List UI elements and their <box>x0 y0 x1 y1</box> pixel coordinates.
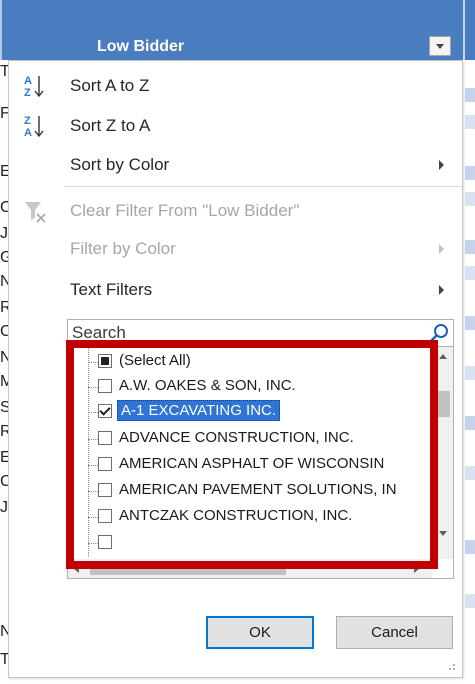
column-header-title: Low Bidder <box>97 38 185 55</box>
cell-fill <box>465 115 475 129</box>
scroll-up-icon[interactable] <box>439 354 447 359</box>
clear-filter-icon <box>25 202 46 223</box>
svg-text:Z: Z <box>24 87 31 99</box>
list-item-partial[interactable] <box>68 531 423 555</box>
list-item[interactable]: ADVANCE CONSTRUCTION, INC. <box>68 427 423 451</box>
list-item-label: A.W. OAKES & SON, INC. <box>119 377 296 394</box>
cell-fill <box>465 316 475 330</box>
checkbox-mixed[interactable] <box>98 354 112 368</box>
cell-fill <box>465 540 475 554</box>
checkbox[interactable] <box>98 457 112 471</box>
cell-fill <box>465 88 475 102</box>
clear-filter-label: Clear Filter From "Low Bidder" <box>70 201 300 220</box>
scroll-thumb[interactable] <box>435 391 450 417</box>
cell-fill <box>465 192 475 206</box>
cancel-button[interactable]: Cancel <box>336 616 453 649</box>
svg-text:A: A <box>24 127 32 139</box>
list-item-label: ADVANCE CONSTRUCTION, INC. <box>119 429 354 446</box>
list-item-label: AMERICAN ASPHALT OF WISCONSIN <box>119 455 385 472</box>
list-item[interactable]: A.W. OAKES & SON, INC. <box>68 375 423 399</box>
autofilter-menu: A Z Sort A to Z Z A Sort Z to A Sort by … <box>8 60 463 678</box>
list-item-select-all[interactable]: (Select All) <box>68 350 423 374</box>
search-field[interactable] <box>67 319 454 347</box>
cell-fill <box>465 594 475 608</box>
scroll-down-icon[interactable] <box>439 531 447 536</box>
tree-connector <box>88 543 98 544</box>
cell-fill <box>465 240 475 254</box>
list-item-label-selected: A-1 EXCAVATING INC. <box>117 400 281 421</box>
chevron-right-icon <box>439 244 444 254</box>
filter-by-color-label: Filter by Color <box>70 239 176 258</box>
list-item[interactable]: A-1 EXCAVATING INC. <box>68 400 423 424</box>
sort-z-to-a-item[interactable]: Z A Sort Z to A <box>9 106 462 146</box>
chevron-down-icon <box>436 43 444 49</box>
search-input[interactable] <box>70 322 422 344</box>
list-item[interactable]: AMERICAN PAVEMENT SOLUTIONS, IN <box>68 479 423 503</box>
tree-connector <box>88 517 98 518</box>
vertical-scrollbar[interactable] <box>432 347 453 559</box>
list-item-label: AMERICAN PAVEMENT SOLUTIONS, IN <box>119 481 397 498</box>
cell-fill <box>465 366 475 380</box>
tree-connector <box>88 412 98 413</box>
cell-fill <box>465 416 475 430</box>
list-item-label: ANTCZAK CONSTRUCTION, INC. <box>119 507 353 524</box>
scroll-left-icon[interactable] <box>74 565 79 573</box>
filter-values-list[interactable]: (Select All) A.W. OAKES & SON, INC. A-1 … <box>67 347 454 579</box>
list-item[interactable]: AMERICAN ASPHALT OF WISCONSIN <box>68 453 423 477</box>
left-column-cells: T F E C J G N R C N M S R E C J N T <box>0 60 13 684</box>
cell-fill <box>465 266 475 280</box>
tree-connector <box>88 465 98 466</box>
search-icon <box>430 324 448 342</box>
checkbox[interactable] <box>98 379 112 393</box>
checkbox[interactable] <box>98 483 112 497</box>
sort-descending-icon: Z A <box>24 115 44 139</box>
checkbox[interactable] <box>98 509 112 523</box>
filter-by-color-item: Filter by Color <box>9 229 462 269</box>
chevron-right-icon <box>439 160 444 170</box>
sort-by-color-label: Sort by Color <box>70 155 170 174</box>
checkbox[interactable] <box>98 431 112 445</box>
tree-connector <box>88 362 98 363</box>
filter-dropdown-button[interactable] <box>429 36 451 56</box>
tree-connector <box>88 491 98 492</box>
scroll-right-icon[interactable] <box>414 565 419 573</box>
checkbox[interactable] <box>98 535 112 549</box>
svg-text:A: A <box>24 75 32 87</box>
list-item-label: (Select All) <box>119 352 191 369</box>
text-filters-item[interactable]: Text Filters <box>9 270 462 310</box>
sort-a-to-z-item[interactable]: A Z Sort A to Z <box>9 66 462 106</box>
tree-connector <box>88 439 98 440</box>
cell-fill <box>465 166 475 180</box>
text-filters-label: Text Filters <box>70 280 153 299</box>
menu-divider <box>65 186 462 187</box>
list-item[interactable]: ANTCZAK CONSTRUCTION, INC. <box>68 505 423 529</box>
sort-z-to-a-label: Sort Z to A <box>70 116 151 135</box>
chevron-right-icon <box>439 285 444 295</box>
sort-by-color-item[interactable]: Sort by Color <box>9 145 462 185</box>
checkbox-checked[interactable] <box>98 404 112 418</box>
clear-filter-item: Clear Filter From "Low Bidder" <box>9 191 462 231</box>
scroll-thumb[interactable] <box>90 563 286 575</box>
sort-a-to-z-label: Sort A to Z <box>70 76 150 95</box>
horizontal-scrollbar[interactable] <box>68 559 432 578</box>
resize-grip-icon[interactable] <box>444 661 456 673</box>
ok-button[interactable]: OK <box>206 616 314 649</box>
svg-text:Z: Z <box>24 115 31 127</box>
sort-ascending-icon: A Z <box>24 75 44 99</box>
cell-fill <box>465 466 475 480</box>
tree-connector <box>88 387 98 388</box>
column-header: Low Bidder <box>0 20 464 60</box>
